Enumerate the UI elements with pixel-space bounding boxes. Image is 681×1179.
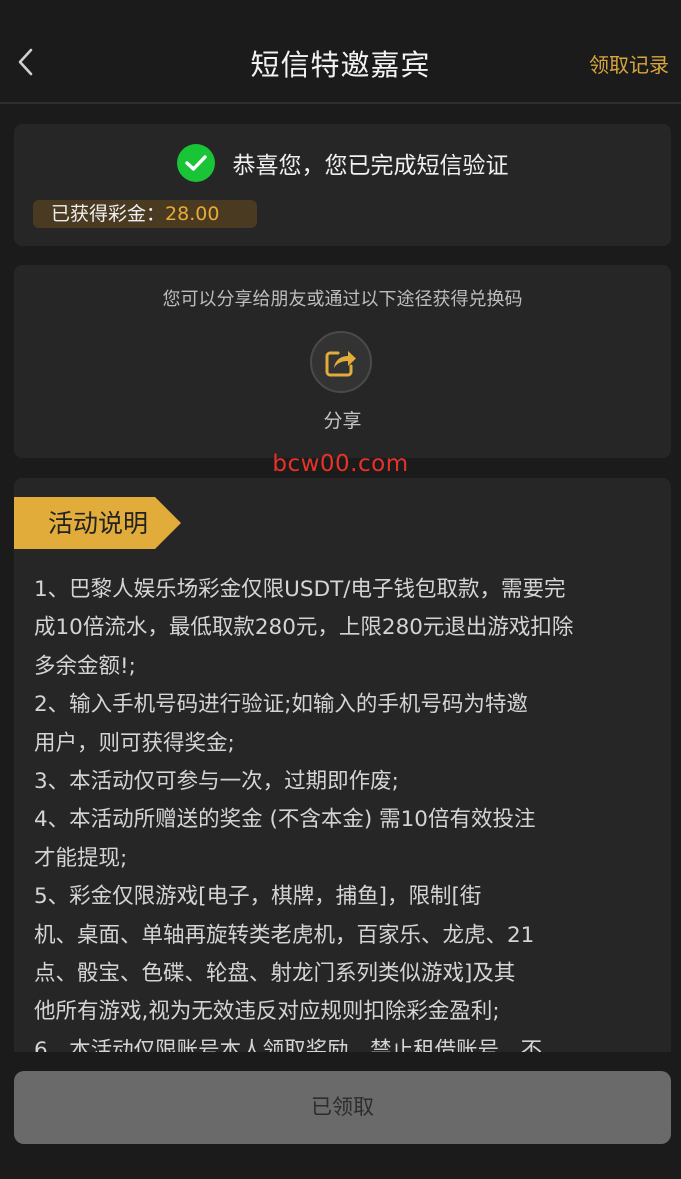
rules-title: 活动说明 [48,509,149,538]
success-row: 恭喜您，您已完成短信验证 [14,144,671,182]
bonus-amount: 28.00 [165,203,220,225]
rule-line: 机、桌面、单轴再旋转类老虎机，百家乐、龙虎、21 [34,922,535,948]
rule-line: 用户，则可获得奖金; [34,730,235,756]
success-message: 恭喜您，您已完成短信验证 [232,153,509,179]
rule-line: 才能提现; [34,845,128,871]
rule-line: 4、本活动所赠送的奖金 (不含本金) 需10倍有效投注 [34,807,536,833]
verification-success-card: 恭喜您，您已完成短信验证 已获得彩金：28.00 [14,124,671,246]
claim-records-link[interactable]: 领取记录 [589,49,669,78]
rule-line: 2、输入手机号码进行验证;如输入的手机号码为特邀 [34,692,528,718]
watermark-text: bcw00.com [272,451,409,477]
rules-body: 1、巴黎人娱乐场彩金仅限USDT/电子钱包取款，需要完 成10倍流水，最低取款2… [34,571,655,1070]
claimed-button[interactable]: 已领取 [14,1071,671,1144]
share-button[interactable] [310,331,372,393]
rule-line: 1、巴黎人娱乐场彩金仅限USDT/电子钱包取款，需要完 [34,577,566,602]
bottom-action-bar: 已领取 [0,1052,681,1179]
share-icon [325,351,356,377]
rule-line: 点、骰宝、色碟、轮盘、射龙门系列类似游戏]及其 [34,961,516,987]
rule-line: 5、彩金仅限游戏[电子，棋牌，捕鱼]，限制[街 [34,884,482,910]
top-navigation-bar: 短信特邀嘉宾 领取记录 [0,0,681,104]
check-circle-icon [176,144,215,182]
share-card: 您可以分享给朋友或通过以下途径获得兑换码 分享 [14,265,671,458]
rule-line: 3、本活动仅可参与一次，过期即作废; [34,769,399,795]
bonus-badge: 已获得彩金：28.00 [33,200,257,228]
bonus-label: 已获得彩金： [51,203,166,225]
share-label: 分享 [323,410,362,432]
share-hint: 您可以分享给朋友或通过以下途径获得兑换码 [162,289,523,310]
rule-line: 成10倍流水，最低取款280元，上限280元退出游戏扣除 [34,615,574,641]
page-title: 短信特邀嘉宾 [250,48,431,82]
rule-line: 他所有游戏,视为无效违反对应规则扣除彩金盈利; [34,999,500,1025]
rule-line: 多余金额!; [34,653,136,679]
